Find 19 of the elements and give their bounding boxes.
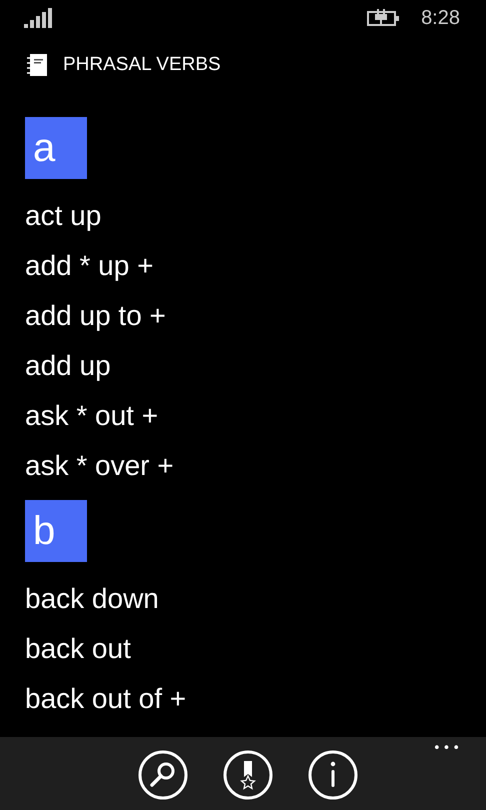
letter-header[interactable]: a: [25, 117, 87, 179]
search-icon[interactable]: [137, 749, 189, 801]
clock-time: 8:28: [421, 6, 460, 30]
notebook-icon: [26, 53, 48, 77]
verb-list-item[interactable]: back out of +: [25, 674, 186, 724]
verb-list-item[interactable]: add up: [25, 341, 111, 391]
more-button[interactable]: •••: [432, 741, 462, 756]
verb-list-item[interactable]: ask * over +: [25, 441, 174, 491]
signal-icon: [24, 8, 54, 28]
verb-list-item[interactable]: back out: [25, 624, 131, 674]
verb-list-item[interactable]: act up: [25, 191, 102, 241]
verb-list-item[interactable]: ask * out +: [25, 391, 158, 441]
verb-list-item[interactable]: add * up +: [25, 241, 154, 291]
verb-list-item[interactable]: add up to +: [25, 291, 166, 341]
verb-list-item[interactable]: back down: [25, 574, 159, 624]
letter-header[interactable]: b: [25, 500, 87, 562]
battery-charging-icon: [367, 9, 400, 27]
app-title: PHRASAL VERBS: [63, 54, 221, 76]
info-icon[interactable]: [307, 749, 359, 801]
